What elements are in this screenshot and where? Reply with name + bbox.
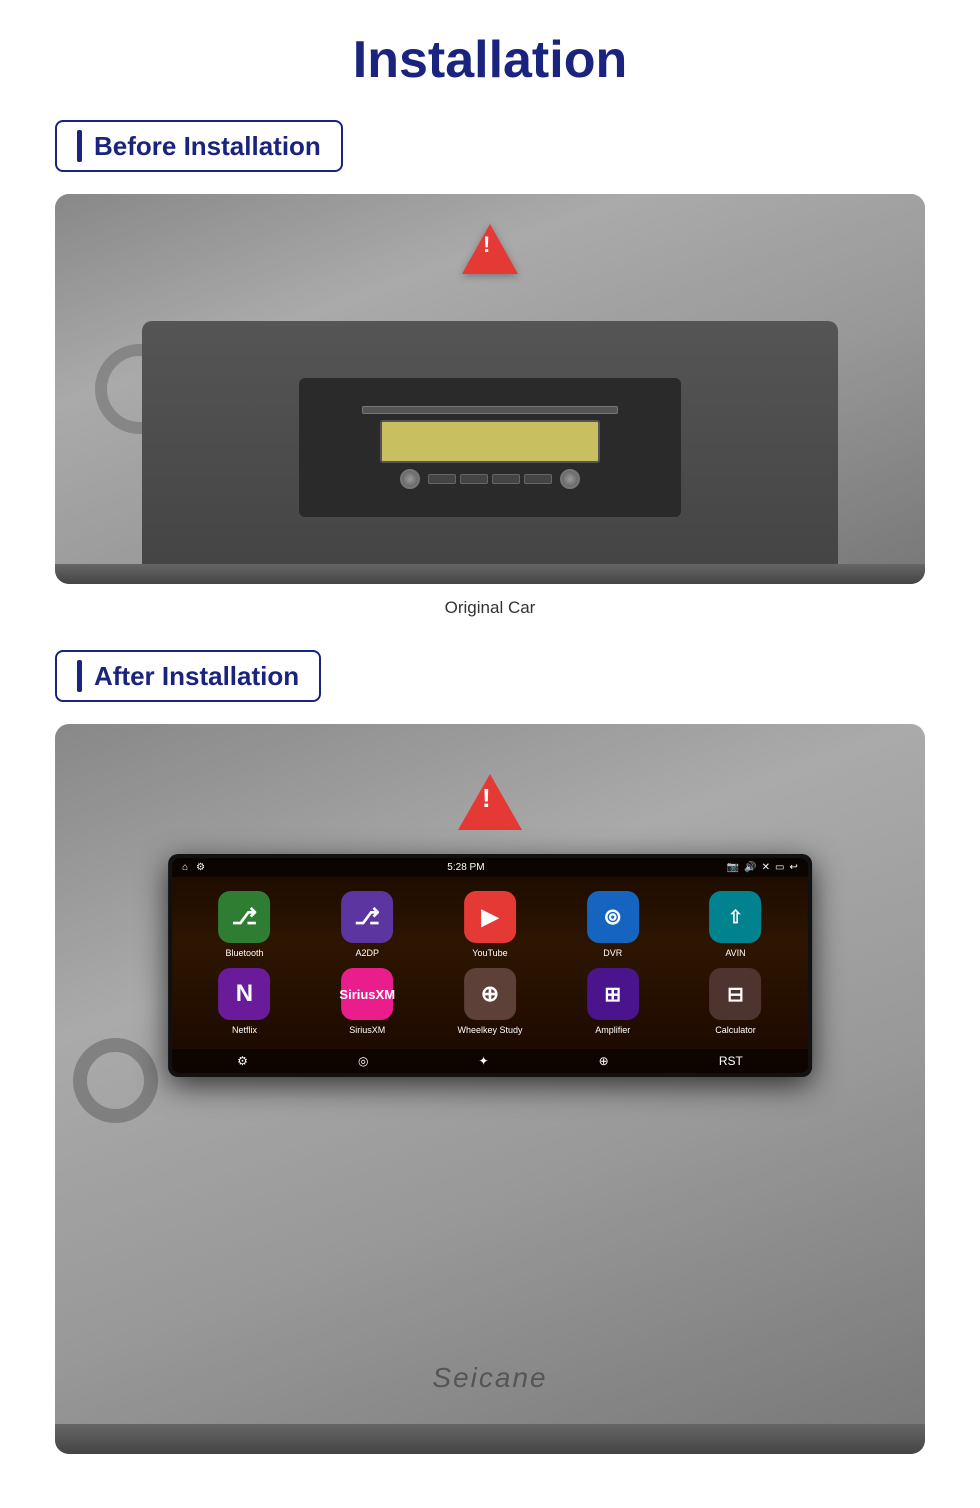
warning-triangle-after: [458, 774, 522, 830]
status-bar: ⌂ ⚙ 5:28 PM 📷 🔊 ✕ ▭ ↩: [172, 858, 808, 877]
dashboard-before: [142, 321, 838, 575]
volume-icon: 🔊: [744, 862, 756, 873]
siriusxm-label: SiriusXM: [349, 1025, 385, 1035]
page-title: Installation: [353, 30, 627, 90]
before-caption: Original Car: [445, 598, 536, 618]
home-icon[interactable]: ⌂: [182, 862, 188, 873]
avin-icon: ⇧: [710, 891, 762, 943]
back-icon[interactable]: ↩: [789, 862, 797, 873]
siriusxm-icon: SiriusXM: [341, 968, 393, 1020]
close-icon[interactable]: ✕: [762, 862, 770, 873]
after-installation-label: After Installation: [94, 661, 299, 692]
calculator-label: Calculator: [715, 1025, 756, 1035]
app-youtube[interactable]: ▶ YouTube: [434, 891, 547, 958]
status-bar-left: ⌂ ⚙: [182, 862, 205, 873]
minimize-icon[interactable]: ▭: [775, 862, 784, 873]
before-interior: [55, 194, 925, 584]
nav-settings-icon[interactable]: ⚙: [237, 1054, 248, 1068]
dvr-icon: ⊚: [587, 891, 639, 943]
radio-knob-left: [400, 469, 420, 489]
app-siriusxm[interactable]: SiriusXM SiriusXM: [311, 968, 424, 1035]
radio-btn-cd: [428, 474, 456, 484]
radio-knob-right: [560, 469, 580, 489]
before-installation-label: Before Installation: [94, 131, 321, 162]
app-wheelkey[interactable]: ⊕ Wheelkey Study: [434, 968, 547, 1035]
camera-status-icon: 📷: [727, 862, 739, 873]
radio-screen: [380, 420, 600, 463]
before-installation-badge: Before Installation: [55, 120, 343, 172]
app-bluetooth[interactable]: ⎇ Bluetooth: [188, 891, 301, 958]
after-car-photo: ⌂ ⚙ 5:28 PM 📷 🔊 ✕ ▭ ↩: [55, 724, 925, 1454]
a2dp-icon: ⎇: [341, 891, 393, 943]
app-netflix[interactable]: N Netflix: [188, 968, 301, 1035]
wheelkey-label: Wheelkey Study: [457, 1025, 522, 1035]
status-bar-time: 5:28 PM: [447, 862, 484, 873]
app-dvr[interactable]: ⊚ DVR: [556, 891, 669, 958]
amplifier-icon: ⊞: [587, 968, 639, 1020]
after-installation-image: ⌂ ⚙ 5:28 PM 📷 🔊 ✕ ▭ ↩: [55, 724, 925, 1454]
radio-buttons: [400, 469, 580, 489]
app-avin[interactable]: ⇧ AVIN: [679, 891, 792, 958]
app-a2dp[interactable]: ⎇ A2DP: [311, 891, 424, 958]
nav-reset-icon[interactable]: RST: [719, 1054, 743, 1068]
seicane-logo: Seicane: [432, 1362, 547, 1394]
headunit-screen: ⌂ ⚙ 5:28 PM 📷 🔊 ✕ ▭ ↩: [172, 858, 808, 1073]
nav-volume-icon[interactable]: ⊕: [599, 1054, 609, 1068]
before-installation-image: [55, 194, 925, 584]
app-calculator[interactable]: ⊟ Calculator: [679, 968, 792, 1035]
apps-grid: ⎇ Bluetooth ⎇ A2DP ▶: [172, 877, 808, 1049]
radio-btn-group: [428, 474, 552, 484]
radio-btn-menu: [524, 474, 552, 484]
status-bar-right: 📷 🔊 ✕ ▭ ↩: [727, 862, 798, 873]
badge-bar-before: [77, 130, 82, 162]
wheelkey-icon: ⊕: [464, 968, 516, 1020]
bluetooth-label: Bluetooth: [225, 948, 263, 958]
a2dp-label: A2DP: [355, 948, 379, 958]
bottom-nav-bar: ⚙ ◎ ✦ ⊕ RST: [172, 1049, 808, 1073]
netflix-icon: N: [218, 968, 270, 1020]
badge-bar-after: [77, 660, 82, 692]
radio-btn-fm: [460, 474, 488, 484]
youtube-label: YouTube: [472, 948, 507, 958]
netflix-label: Netflix: [232, 1025, 257, 1035]
radio-btn-am: [492, 474, 520, 484]
nav-brightness-icon[interactable]: ✦: [479, 1054, 489, 1068]
after-installation-badge: After Installation: [55, 650, 321, 702]
wifi-icon: ⚙: [196, 862, 205, 873]
youtube-icon: ▶: [464, 891, 516, 943]
before-car-photo: [55, 194, 925, 584]
avin-label: AVIN: [725, 948, 745, 958]
radio-unit: [299, 378, 682, 517]
warning-triangle-before: [462, 224, 518, 274]
app-amplifier[interactable]: ⊞ Amplifier: [556, 968, 669, 1035]
steering-wheel: [73, 1038, 158, 1123]
amplifier-label: Amplifier: [595, 1025, 630, 1035]
dvr-label: DVR: [603, 948, 622, 958]
calculator-icon: ⊟: [710, 968, 762, 1020]
nav-gear-icon[interactable]: ◎: [358, 1054, 368, 1068]
headunit: ⌂ ⚙ 5:28 PM 📷 🔊 ✕ ▭ ↩: [168, 854, 812, 1077]
floor-detail: [55, 1424, 925, 1454]
bluetooth-icon: ⎇: [218, 891, 270, 943]
